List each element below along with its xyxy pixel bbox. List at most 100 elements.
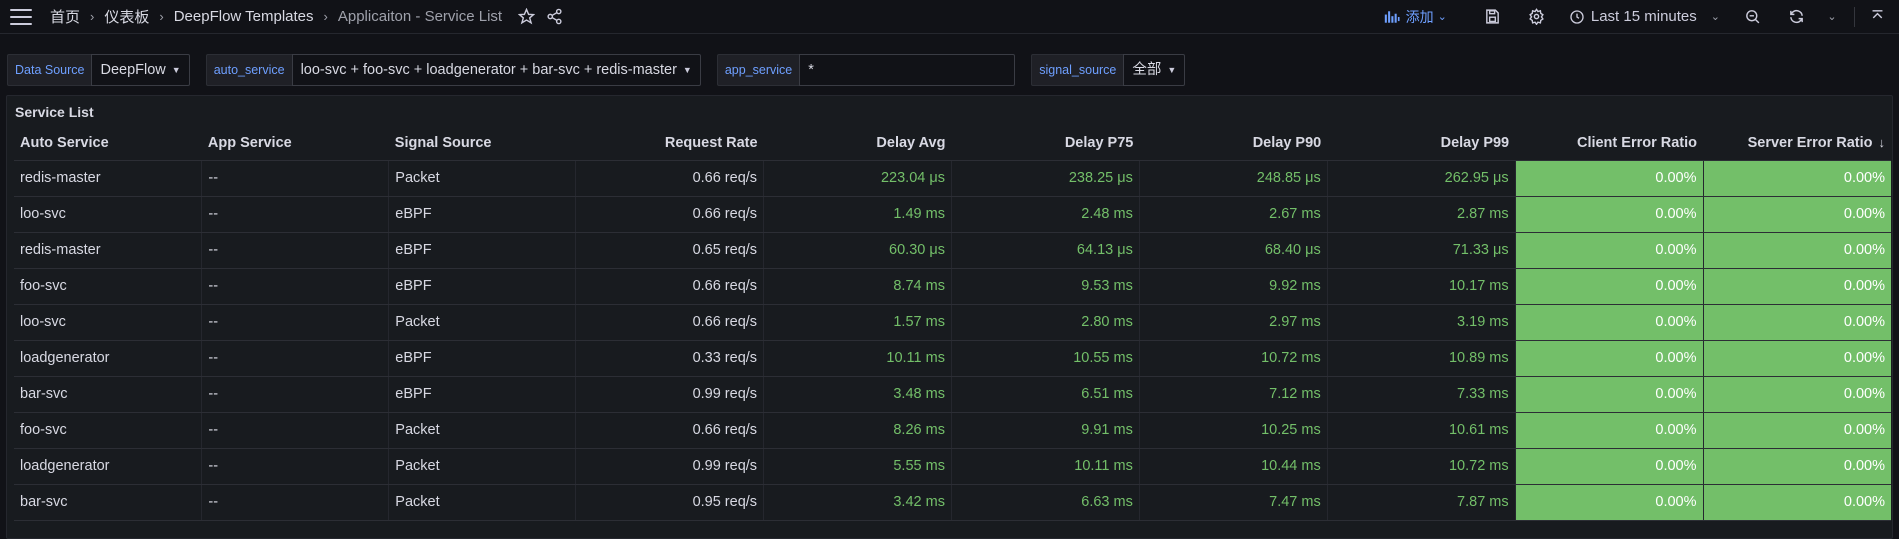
table-cell: 9.53 ms bbox=[951, 268, 1140, 305]
table-cell: 9.91 ms bbox=[951, 412, 1140, 449]
table-cell: 3.48 ms bbox=[763, 376, 952, 413]
table-cell: 5.55 ms bbox=[763, 448, 952, 485]
chevron-down-icon: ⌄ bbox=[1437, 11, 1447, 23]
chevron-down-icon: ⌄ bbox=[1710, 11, 1720, 23]
zoom-out-icon[interactable] bbox=[1738, 3, 1766, 31]
table-cell: bar-svc bbox=[14, 484, 203, 521]
table-cell: Packet bbox=[388, 412, 577, 449]
column-header-delay-avg[interactable]: Delay Avg bbox=[763, 126, 952, 161]
table-cell: 10.72 ms bbox=[1139, 340, 1328, 377]
table-cell: eBPF bbox=[388, 376, 577, 413]
column-header-delay-p99[interactable]: Delay P99 bbox=[1327, 126, 1516, 161]
table-row[interactable]: foo-svc -- eBPF 0.66 req/s 8.74 ms 9.53 ms 9.9… bbox=[14, 268, 1891, 305]
table-cell: 238.25 μs bbox=[951, 160, 1140, 197]
table-cell: 0.00% bbox=[1703, 340, 1891, 377]
menu-icon[interactable] bbox=[10, 8, 32, 25]
table-cell: 0.00% bbox=[1515, 376, 1704, 413]
variable-label-datasource: Data Source bbox=[7, 54, 92, 86]
table-cell: 64.13 μs bbox=[951, 232, 1140, 269]
table-cell: 0.99 req/s bbox=[575, 376, 765, 413]
table-cell: 0.00% bbox=[1703, 484, 1891, 521]
table-row[interactable]: redis-master -- Packet 0.66 req/s 223.04 μs 2… bbox=[14, 160, 1891, 197]
time-range-label: Last 15 minutes bbox=[1590, 8, 1697, 25]
table-cell: -- bbox=[201, 232, 390, 269]
table-cell: 0.00% bbox=[1703, 376, 1891, 413]
chevron-right-icon: › bbox=[323, 9, 328, 24]
table-cell: 2.48 ms bbox=[951, 196, 1140, 233]
chevron-right-icon: › bbox=[159, 9, 164, 24]
table-cell: Packet bbox=[388, 160, 577, 197]
share-icon[interactable] bbox=[540, 3, 568, 31]
column-header-delay-p90[interactable]: Delay P90 bbox=[1139, 126, 1328, 161]
chevron-down-icon: ▼ bbox=[171, 65, 181, 75]
table-cell: 2.87 ms bbox=[1327, 196, 1516, 233]
column-header-app-service[interactable]: App Service bbox=[201, 126, 389, 161]
table-row[interactable]: loo-svc -- Packet 0.66 req/s 1.57 ms 2.80 ms 2… bbox=[14, 304, 1891, 341]
star-icon[interactable] bbox=[512, 3, 540, 31]
column-header-delay-p75[interactable]: Delay P75 bbox=[951, 126, 1140, 161]
table-cell: 0.66 req/s bbox=[575, 196, 765, 233]
column-header-label: Server Error Ratio bbox=[1747, 134, 1873, 151]
table-cell: redis-master bbox=[14, 232, 203, 269]
collapse-up-icon[interactable] bbox=[1863, 3, 1891, 31]
column-header-auto-service[interactable]: Auto Service bbox=[14, 126, 202, 161]
save-icon[interactable] bbox=[1479, 3, 1507, 31]
breadcrumb-folder[interactable]: DeepFlow Templates bbox=[174, 8, 314, 25]
table-row[interactable]: loadgenerator -- eBPF 0.33 req/s 10.11 ms 10.… bbox=[14, 340, 1891, 377]
table-row[interactable]: bar-svc -- Packet 0.95 req/s 3.42 ms 6.63 ms 7… bbox=[14, 484, 1891, 521]
table-cell: loadgenerator bbox=[14, 448, 203, 485]
time-range-picker[interactable]: Last 15 minutes ⌄ bbox=[1569, 8, 1720, 25]
column-header-signal-source[interactable]: Signal Source bbox=[388, 126, 576, 161]
chevron-down-icon: ▼ bbox=[682, 65, 692, 75]
table-cell: 0.00% bbox=[1515, 196, 1704, 233]
table-cell: foo-svc bbox=[14, 412, 203, 449]
column-header-client-error-ratio[interactable]: Client Error Ratio bbox=[1515, 126, 1704, 161]
breadcrumb: 首页 › 仪表板 › DeepFlow Templates › Applicai… bbox=[50, 6, 502, 27]
table-row[interactable]: loadgenerator -- Packet 0.99 req/s 5.55 ms 10… bbox=[14, 448, 1891, 485]
variable-select-datasource[interactable]: DeepFlow ▼ bbox=[91, 54, 190, 86]
table-cell: -- bbox=[201, 196, 390, 233]
service-list-panel: Service List Auto Service App Service Si… bbox=[6, 95, 1893, 539]
table-cell: 0.33 req/s bbox=[575, 340, 765, 377]
add-panel-button[interactable]: 添加 ⌄ bbox=[1384, 7, 1447, 27]
table-cell: 0.00% bbox=[1703, 412, 1891, 449]
add-label: 添加 bbox=[1405, 8, 1434, 25]
table-row[interactable]: bar-svc -- eBPF 0.99 req/s 3.48 ms 6.51 ms 7.1… bbox=[14, 376, 1891, 413]
table-row[interactable]: foo-svc -- Packet 0.66 req/s 8.26 ms 9.91 ms 1… bbox=[14, 412, 1891, 449]
table-cell: 71.33 μs bbox=[1327, 232, 1516, 269]
variable-select-auto-service[interactable]: loo-svc + foo-svc + loadgenerator + bar-… bbox=[291, 54, 701, 86]
table-cell: redis-master bbox=[14, 160, 203, 197]
bar-chart-add-icon bbox=[1384, 10, 1400, 23]
variable-value: DeepFlow bbox=[100, 62, 166, 78]
panel-title[interactable]: Service List bbox=[7, 96, 1892, 126]
table-cell: 7.87 ms bbox=[1327, 484, 1516, 521]
variable-select-signal-source[interactable]: 全部 ▼ bbox=[1123, 54, 1186, 86]
breadcrumb-dashboard-title: Applicaiton - Service List bbox=[337, 8, 503, 25]
table-cell: 0.00% bbox=[1515, 448, 1704, 485]
table-cell: loadgenerator bbox=[14, 340, 203, 377]
clock-icon bbox=[1570, 9, 1584, 24]
settings-gear-icon[interactable] bbox=[1523, 3, 1551, 31]
table-cell: Packet bbox=[388, 304, 577, 341]
variable-label-signal-source: signal_source bbox=[1031, 54, 1124, 86]
table-row[interactable]: loo-svc -- eBPF 0.66 req/s 1.49 ms 2.48 ms 2.6… bbox=[14, 196, 1891, 233]
refresh-interval-chevron-down-icon[interactable]: ⌄ bbox=[1818, 3, 1846, 31]
breadcrumb-dashboards[interactable]: 仪表板 bbox=[104, 6, 149, 27]
table-cell: 2.67 ms bbox=[1139, 196, 1328, 233]
table-row[interactable]: redis-master -- eBPF 0.65 req/s 60.30 μs 64.1… bbox=[14, 232, 1891, 269]
table-cell: 7.47 ms bbox=[1139, 484, 1328, 521]
table-cell: -- bbox=[201, 448, 390, 485]
table-cell: 1.49 ms bbox=[763, 196, 952, 233]
table-cell: 10.11 ms bbox=[951, 448, 1140, 485]
variable-input-app-service[interactable]: * bbox=[799, 54, 1016, 86]
table-cell: 262.95 μs bbox=[1327, 160, 1516, 197]
column-header-server-error-ratio[interactable]: Server Error Ratio ↓ bbox=[1703, 126, 1891, 161]
column-header-request-rate[interactable]: Request Rate bbox=[575, 126, 764, 161]
breadcrumb-home[interactable]: 首页 bbox=[50, 6, 80, 27]
table-cell: 223.04 μs bbox=[763, 160, 952, 197]
table-cell: 10.25 ms bbox=[1139, 412, 1328, 449]
table-cell: 0.66 req/s bbox=[575, 304, 765, 341]
table-cell: bar-svc bbox=[14, 376, 203, 413]
table-cell: 68.40 μs bbox=[1139, 232, 1328, 269]
refresh-icon[interactable] bbox=[1782, 3, 1810, 31]
